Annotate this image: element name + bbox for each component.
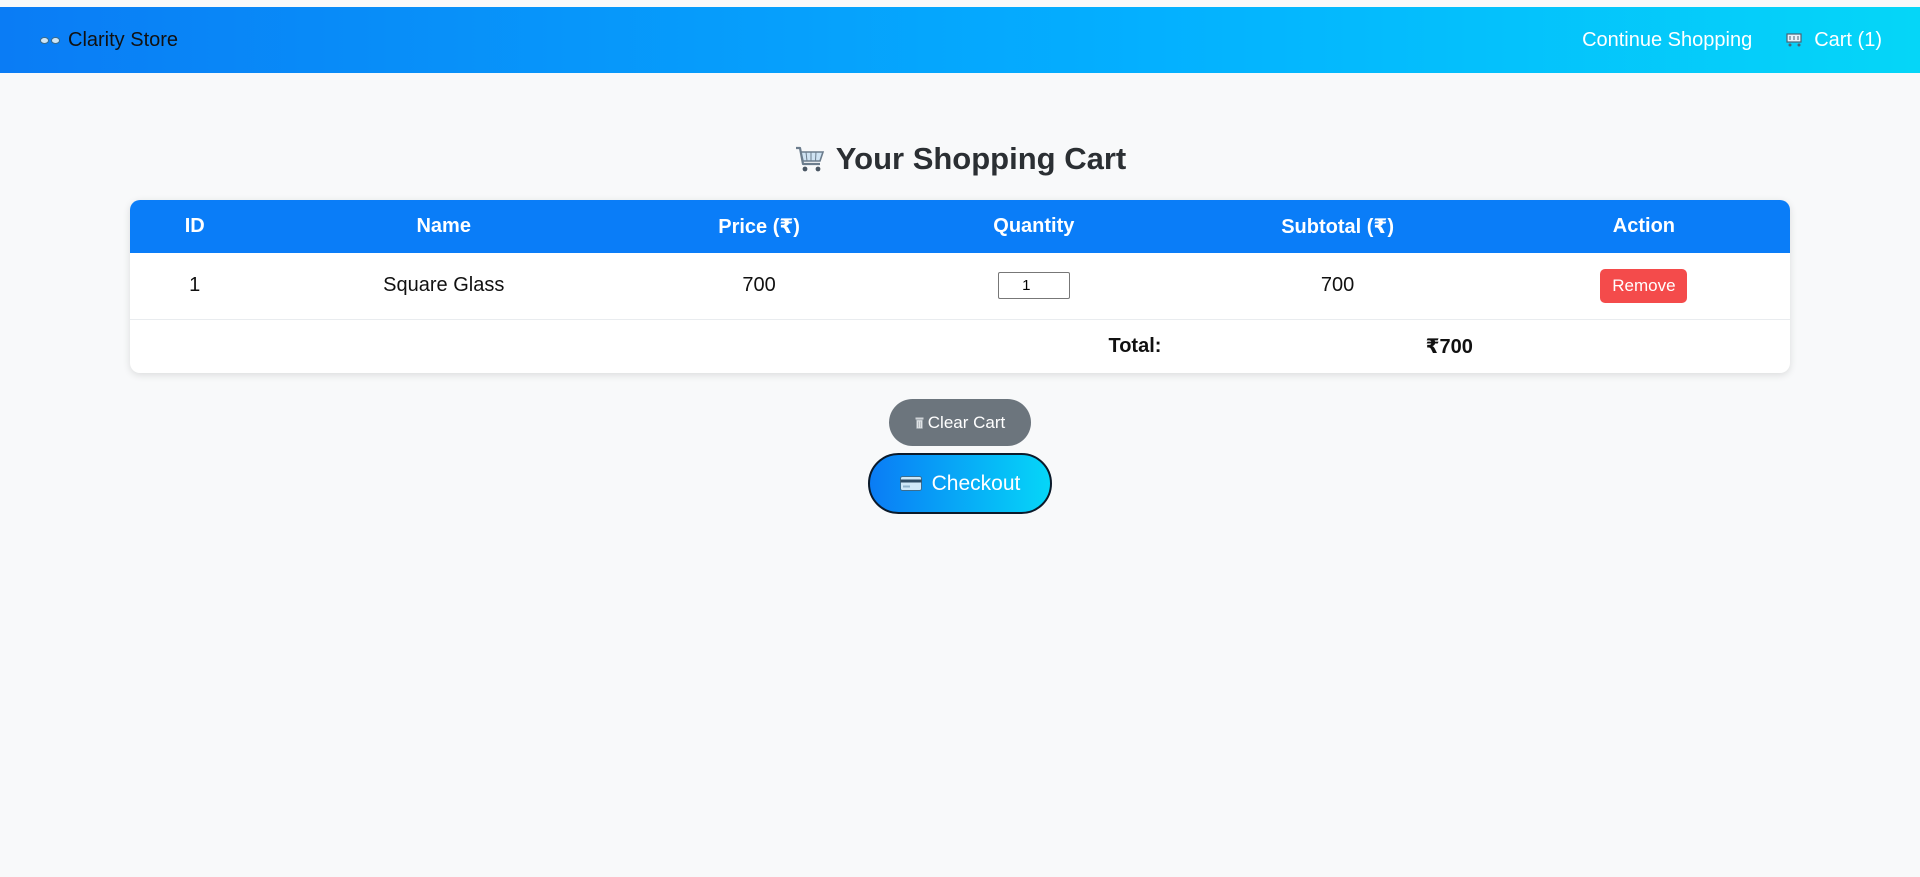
checkout-label: Checkout xyxy=(931,471,1021,495)
header-quantity: Quantity xyxy=(993,215,1075,237)
eyeglasses-icon xyxy=(40,36,60,44)
clear-cart-button[interactable]: Clear Cart xyxy=(889,399,1031,446)
cell-id: 1 xyxy=(130,253,260,320)
quantity-input[interactable] xyxy=(997,272,1070,300)
total-value: ₹700 xyxy=(1425,335,1473,358)
header-id: ID xyxy=(184,215,205,237)
header-name: Name xyxy=(416,215,471,237)
navbar: Clarity Store Continue Shopping Cart (1) xyxy=(0,7,1920,73)
header-subtotal: Subtotal (₹) xyxy=(1281,216,1394,238)
trash-icon xyxy=(915,417,924,429)
shopping-cart-icon xyxy=(795,146,824,172)
cart-actions: Clear Cart Checkout xyxy=(0,399,1920,514)
page-title-text: Your Shopping Cart xyxy=(835,141,1127,176)
cart-table-container: ID Name Price (₹) Quantity Subtotal (₹) … xyxy=(130,200,1790,373)
header-price: Price (₹) xyxy=(718,216,800,238)
continue-shopping-label: Continue Shopping xyxy=(1582,28,1753,51)
cell-price: 700 xyxy=(627,253,891,320)
cart-link-label: Cart (1) xyxy=(1814,28,1882,51)
top-strip xyxy=(0,0,1920,7)
total-row: Total: ₹700 xyxy=(130,319,1790,373)
total-label: Total: xyxy=(1108,334,1162,357)
table-row: 1 Square Glass 700 700 Remove xyxy=(130,253,1790,320)
cart-link[interactable]: Cart (1) xyxy=(1786,29,1882,52)
table-header-row: ID Name Price (₹) Quantity Subtotal (₹) … xyxy=(130,200,1790,253)
continue-shopping-link[interactable]: Continue Shopping xyxy=(1582,29,1752,52)
cell-name: Square Glass xyxy=(259,253,628,320)
cell-action: Remove xyxy=(1497,253,1790,320)
credit-card-icon xyxy=(899,476,922,491)
cart-icon xyxy=(1786,33,1802,47)
nav-links: Continue Shopping Cart (1) xyxy=(1582,29,1882,52)
cell-subtotal: 700 xyxy=(1177,253,1498,320)
checkout-button[interactable]: Checkout xyxy=(868,453,1052,514)
remove-button[interactable]: Remove xyxy=(1600,268,1688,303)
cell-quantity xyxy=(890,253,1178,320)
header-action: Action xyxy=(1612,215,1675,237)
clear-cart-label: Clear Cart xyxy=(927,412,1006,432)
brand[interactable]: Clarity Store xyxy=(40,29,178,52)
page-title: Your Shopping Cart xyxy=(0,139,1920,179)
brand-name: Clarity Store xyxy=(68,28,179,51)
cart-table: ID Name Price (₹) Quantity Subtotal (₹) … xyxy=(130,200,1790,373)
